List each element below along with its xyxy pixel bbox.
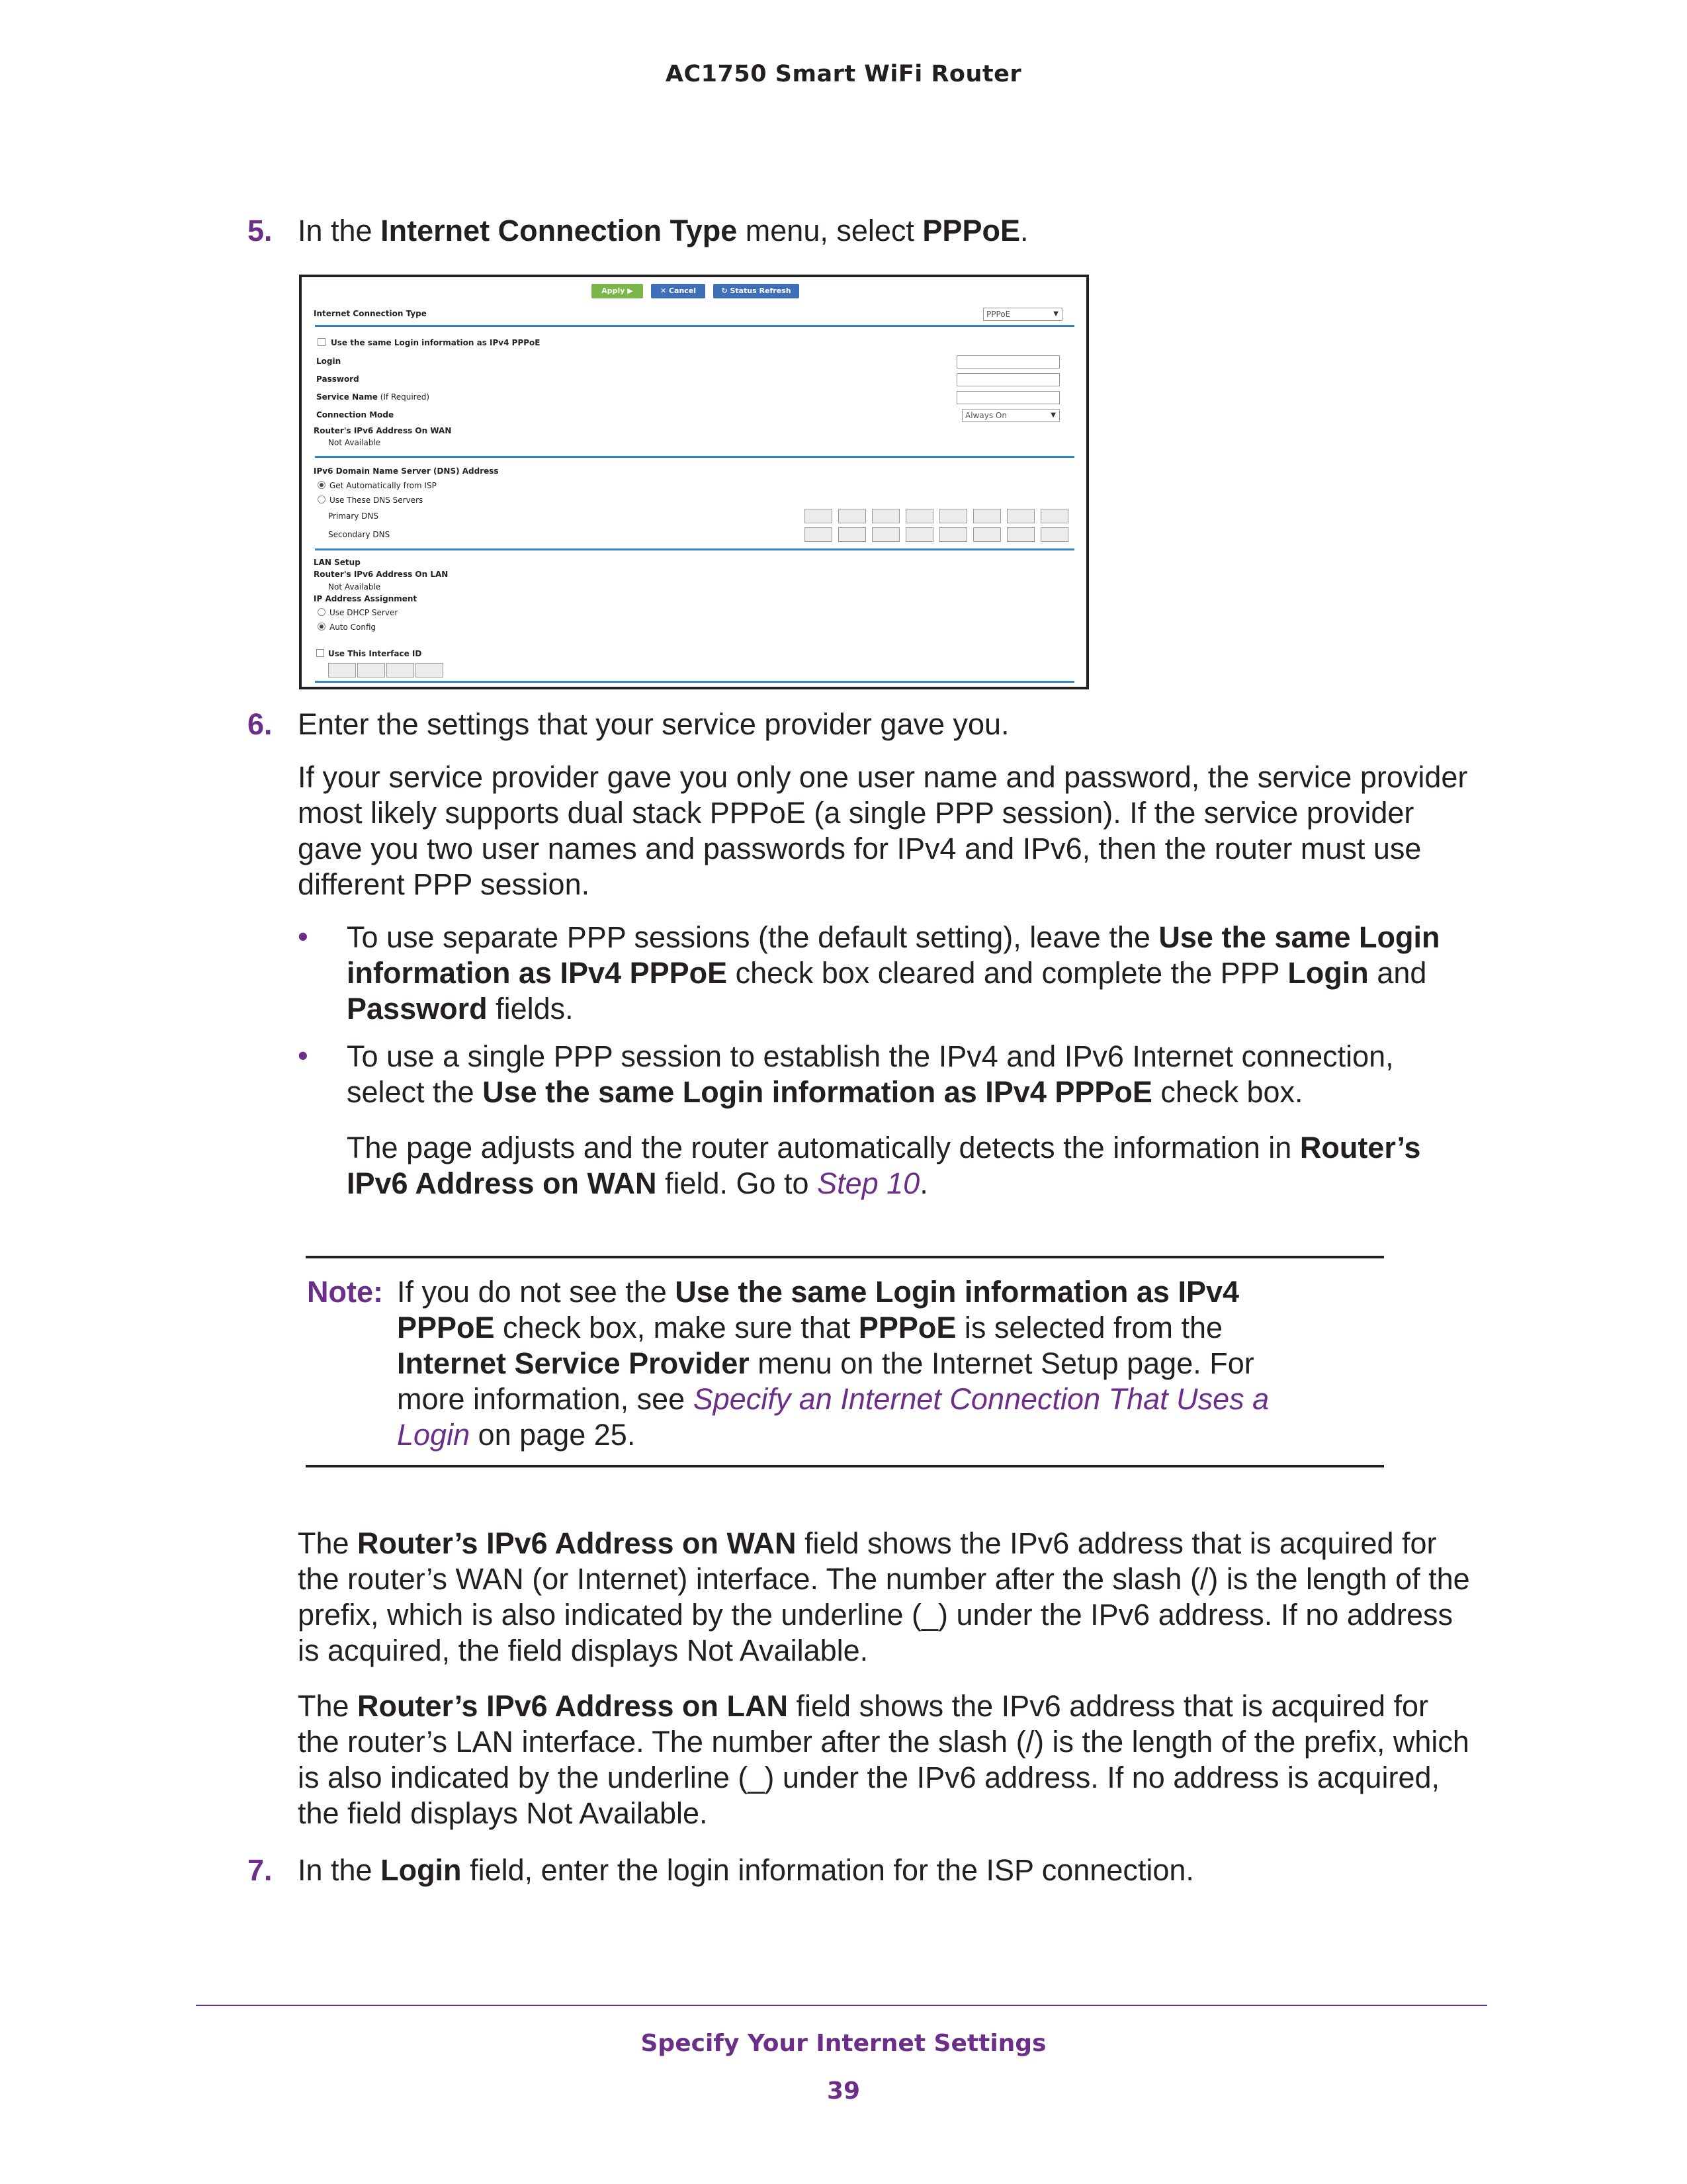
dns-segment-field[interactable] xyxy=(838,509,866,523)
note-bottom-rule xyxy=(306,1465,1384,1467)
wan-address-value: Not Available xyxy=(328,438,381,447)
dns-segment-field[interactable] xyxy=(1007,509,1035,523)
step-6-paragraph: If your service provider gave you only o… xyxy=(298,760,1468,901)
step-7-text: In the Login field, enter the login info… xyxy=(298,1853,1194,1887)
bullet-single-session: To use a single PPP session to establish… xyxy=(347,1039,1394,1109)
section-divider xyxy=(315,548,1074,550)
secondary-dns-label: Secondary DNS xyxy=(328,530,390,539)
wan-address-label: Router's IPv6 Address On WAN xyxy=(314,426,452,435)
bullet-separate-sessions: To use separate PPP sessions (the defaul… xyxy=(347,920,1440,1026)
password-input[interactable] xyxy=(957,373,1060,386)
step-5-number: 5. xyxy=(247,214,273,247)
specify-connection-link-continued[interactable]: Login xyxy=(397,1418,470,1452)
lan-address-value: Not Available xyxy=(328,582,381,591)
interface-id-field[interactable] xyxy=(415,663,443,677)
interface-id-field[interactable] xyxy=(357,663,385,677)
interface-id-field[interactable] xyxy=(386,663,414,677)
dns-auto-label: Get Automatically from ISP xyxy=(329,481,437,490)
dns-segment-field[interactable] xyxy=(838,527,866,542)
auto-config-radio[interactable] xyxy=(318,623,325,631)
primary-dns-label: Primary DNS xyxy=(328,511,379,521)
dns-segment-field[interactable] xyxy=(939,527,967,542)
lan-setup-heading: LAN Setup xyxy=(314,558,361,567)
section-divider xyxy=(315,681,1074,683)
interface-id-checkbox[interactable] xyxy=(316,649,324,657)
bullet-icon: • xyxy=(298,1039,308,1072)
section-divider xyxy=(315,456,1074,458)
dns-segment-field[interactable] xyxy=(939,509,967,523)
dns-heading: IPv6 Domain Name Server (DNS) Address xyxy=(314,466,499,476)
bullet-icon: • xyxy=(298,920,308,953)
dns-segment-field[interactable] xyxy=(906,509,933,523)
connection-type-select[interactable]: PPPoE ▼ xyxy=(983,308,1062,321)
footer-rule xyxy=(196,2005,1487,2006)
dns-segment-field[interactable] xyxy=(1041,527,1068,542)
dns-segment-field[interactable] xyxy=(872,527,900,542)
cancel-button[interactable]: ✕ Cancel xyxy=(651,284,705,298)
chevron-down-icon: ▼ xyxy=(1051,412,1056,419)
router-settings-screenshot: Apply ▶ ✕ Cancel ↻ Status Refresh Intern… xyxy=(299,275,1089,689)
note-top-rule xyxy=(306,1256,1384,1258)
connection-type-label: Internet Connection Type xyxy=(314,309,427,318)
note-label: Note: xyxy=(307,1275,383,1309)
dns-segment-field[interactable] xyxy=(906,527,933,542)
step-10-link[interactable]: Step 10 xyxy=(817,1166,920,1200)
interface-id-field[interactable] xyxy=(328,663,356,677)
dns-segment-field[interactable] xyxy=(872,509,900,523)
section-divider xyxy=(315,325,1074,327)
service-name-label: Service Name (If Required) xyxy=(316,392,430,402)
lan-address-paragraph: The Router’s IPv6 Address on LAN field s… xyxy=(298,1689,1469,1830)
step-6-number: 6. xyxy=(247,707,273,741)
connection-mode-label: Connection Mode xyxy=(316,410,394,419)
chevron-down-icon: ▼ xyxy=(1053,310,1059,318)
login-input[interactable] xyxy=(957,355,1060,369)
footer-section-title: Specify Your Internet Settings xyxy=(640,2030,1047,2057)
step-5-text: In the Internet Connection Type menu, se… xyxy=(298,214,1029,247)
dns-auto-radio[interactable] xyxy=(318,481,325,489)
auto-detect-paragraph: The page adjusts and the router automati… xyxy=(347,1131,1421,1200)
step-6-text: Enter the settings that your service pro… xyxy=(298,707,1010,741)
connection-mode-select[interactable]: Always On ▼ xyxy=(962,409,1060,422)
dns-manual-radio[interactable] xyxy=(318,496,325,503)
dns-segment-field[interactable] xyxy=(1041,509,1068,523)
same-login-checkbox[interactable] xyxy=(318,338,325,346)
auto-config-label: Auto Config xyxy=(329,623,376,632)
specify-connection-link[interactable]: Specify an Internet Connection That Uses… xyxy=(693,1382,1270,1416)
service-name-input[interactable] xyxy=(957,391,1060,404)
dns-segment-field[interactable] xyxy=(973,527,1001,542)
ip-assignment-heading: IP Address Assignment xyxy=(314,594,417,603)
lan-address-label: Router's IPv6 Address On LAN xyxy=(314,570,449,579)
running-header: AC1750 Smart WiFi Router xyxy=(665,61,1022,87)
use-dhcp-label: Use DHCP Server xyxy=(329,608,398,617)
use-dhcp-radio[interactable] xyxy=(318,608,325,616)
dns-segment-field[interactable] xyxy=(1007,527,1035,542)
step-7-number: 7. xyxy=(247,1853,273,1887)
status-refresh-button[interactable]: ↻ Status Refresh xyxy=(713,284,799,298)
page-number: 39 xyxy=(826,2077,861,2105)
dns-segment-field[interactable] xyxy=(804,527,832,542)
interface-id-label: Use This Interface ID xyxy=(328,649,422,658)
same-login-label: Use the same Login information as IPv4 P… xyxy=(331,338,541,347)
apply-button[interactable]: Apply ▶ xyxy=(591,284,643,298)
dns-segment-field[interactable] xyxy=(804,509,832,523)
dns-segment-field[interactable] xyxy=(973,509,1001,523)
note-text: If you do not see the Use the same Login… xyxy=(397,1275,1270,1452)
password-label: Password xyxy=(316,374,359,384)
wan-address-paragraph: The Router’s IPv6 Address on WAN field s… xyxy=(298,1526,1470,1667)
login-label: Login xyxy=(316,357,341,366)
dns-manual-label: Use These DNS Servers xyxy=(329,496,423,505)
